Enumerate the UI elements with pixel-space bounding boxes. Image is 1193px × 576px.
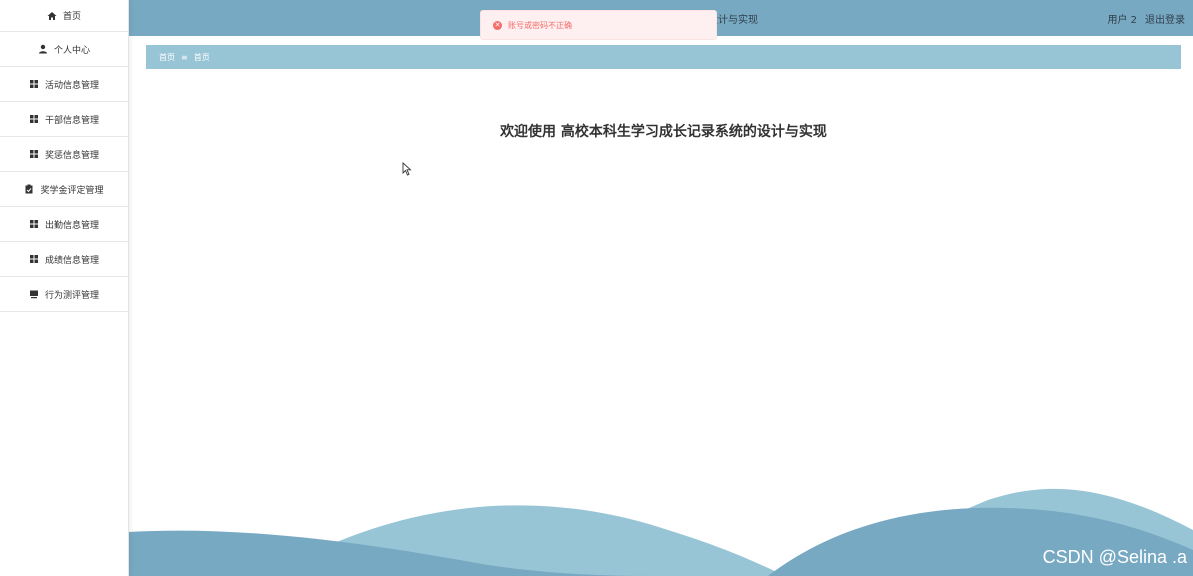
- sidebar-item-reward-punishment[interactable]: 奖惩信息管理: [0, 137, 128, 172]
- sidebar-item-label: 奖惩信息管理: [44, 150, 99, 161]
- sidebar-item-label: 奖学金评定管理: [40, 185, 104, 196]
- user-icon: [38, 44, 48, 54]
- watermark: CSDN @Selina .a: [1042, 547, 1187, 567]
- mouse-cursor-icon: [402, 162, 412, 176]
- error-alert: ✕ 账号或密码不正确: [480, 10, 717, 40]
- sidebar-item-grades[interactable]: 成绩信息管理: [0, 242, 128, 277]
- sidebar-item-label: 干部信息管理: [44, 115, 99, 126]
- sidebar-item-label: 成绩信息管理: [44, 255, 99, 266]
- sidebar-item-label: 首页: [62, 12, 81, 22]
- grid-icon: [29, 219, 39, 229]
- sidebar-item-behavior[interactable]: 行为测评管理: [0, 277, 128, 312]
- sidebar-item-label: 个人中心: [53, 45, 90, 56]
- breadcrumb-item: 首页: [193, 52, 210, 62]
- sidebar-item-personal-center[interactable]: 个人中心: [0, 32, 128, 67]
- username: 用户 2: [1107, 15, 1137, 26]
- sidebar-item-home[interactable]: 首页: [0, 0, 128, 32]
- sidebar-item-scholarship[interactable]: 奖学金评定管理: [0, 172, 128, 207]
- breadcrumb-separator: ≡: [181, 52, 188, 62]
- sidebar-item-label: 出勤信息管理: [44, 220, 99, 231]
- sidebar-item-cadre[interactable]: 干部信息管理: [0, 102, 128, 137]
- home-icon: [47, 11, 57, 21]
- grid-icon: [29, 114, 39, 124]
- sidebar: 首页 个人中心 活动信息管理 干部信息管理 奖惩信息管理 奖学金评定管理 出勤信…: [0, 0, 129, 576]
- logout-link[interactable]: 退出登录: [1145, 11, 1185, 26]
- sidebar-item-activity[interactable]: 活动信息管理: [0, 67, 128, 102]
- breadcrumb-item[interactable]: 首页: [159, 52, 175, 63]
- clipboard-icon: [24, 184, 34, 194]
- alert-message: 账号或密码不正确: [508, 20, 572, 30]
- sidebar-item-label: 活动信息管理: [44, 80, 99, 91]
- grid-icon: [29, 79, 39, 89]
- grid-icon: [29, 149, 39, 159]
- sidebar-item-attendance[interactable]: 出勤信息管理: [0, 207, 128, 242]
- breadcrumb: 首页 ≡ 首页: [146, 45, 1181, 69]
- monitor-icon: [29, 289, 39, 299]
- sidebar-item-label: 行为测评管理: [44, 290, 99, 301]
- error-circle-icon: ✕: [493, 20, 502, 30]
- decorative-waves: [128, 488, 1193, 576]
- grid-icon: [29, 254, 39, 264]
- user-area: 用户 2 退出登录: [1107, 11, 1185, 26]
- welcome-title: 欢迎使用 高校本科生学习成长记录系统的设计与实现: [500, 124, 827, 140]
